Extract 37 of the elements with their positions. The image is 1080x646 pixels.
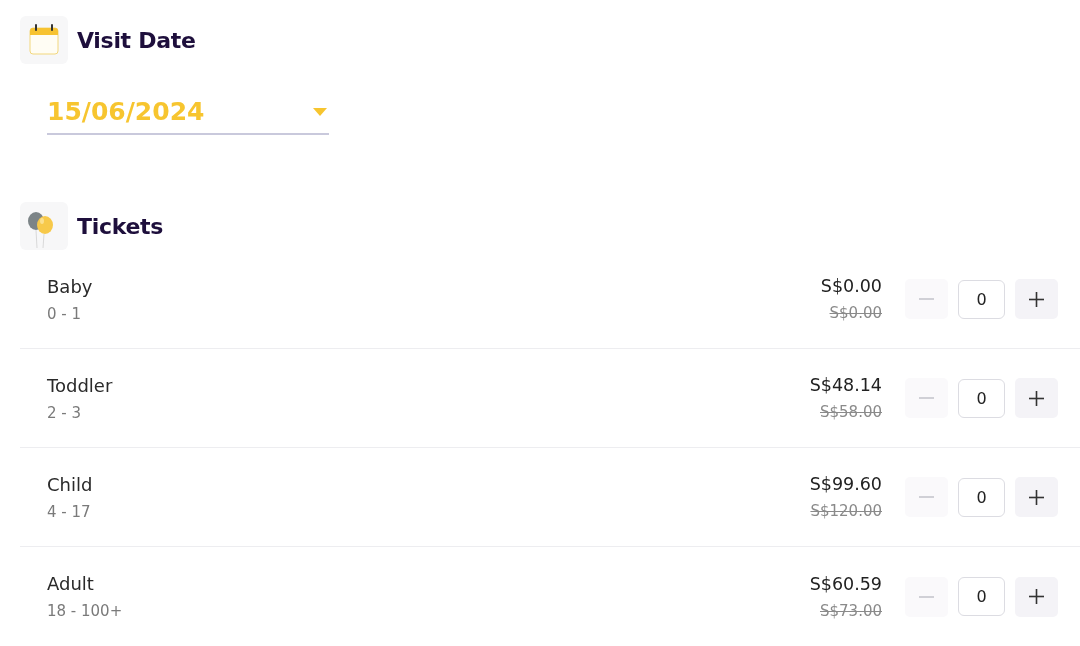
increase-button[interactable]: [1015, 378, 1058, 418]
minus-icon: [919, 298, 934, 300]
ticket-price: S$0.00: [820, 276, 882, 296]
section-heading: Tickets: [77, 213, 164, 239]
ticket-name: Toddler: [47, 374, 113, 396]
plus-icon: [1029, 489, 1044, 505]
minus-icon: [919, 496, 934, 498]
increase-button[interactable]: [1015, 576, 1058, 617]
age-range: 4 - 17: [47, 502, 91, 521]
calendar-icon: [20, 16, 68, 64]
ticket-name: Adult: [47, 573, 94, 594]
original-price: S$73.00: [820, 601, 882, 620]
minus-icon: [919, 397, 934, 399]
original-price: S$58.00: [820, 403, 882, 421]
age-range: 18 - 100+: [47, 602, 123, 620]
age-range: 0 - 1: [47, 304, 82, 323]
ticket-price: S$48.14: [809, 375, 882, 395]
plus-icon: [1029, 589, 1044, 604]
quantity-field[interactable]: 0: [958, 279, 1005, 319]
balloons-icon: [20, 202, 68, 250]
caret-icon: [313, 107, 327, 116]
increase-button[interactable]: [1015, 477, 1058, 517]
original-price: S$0.00: [829, 304, 882, 322]
quantity-field[interactable]: 0: [958, 378, 1005, 418]
age-range: 2 - 3: [47, 403, 82, 422]
ticket-price: S$60.59: [809, 573, 882, 594]
section-heading: Visit Date: [77, 27, 196, 53]
ticket-price: S$99.60: [809, 474, 882, 494]
quantity-field[interactable]: 0: [958, 477, 1005, 517]
quantity-field[interactable]: 0: [958, 577, 1005, 616]
increase-button[interactable]: [1015, 279, 1058, 319]
plus-icon: [1029, 291, 1044, 307]
original-price: S$120.00: [810, 502, 882, 520]
ticket-name: Child: [47, 473, 93, 495]
ticket-name: Baby: [47, 275, 93, 297]
minus-icon: [919, 595, 934, 598]
plus-icon: [1029, 390, 1044, 406]
